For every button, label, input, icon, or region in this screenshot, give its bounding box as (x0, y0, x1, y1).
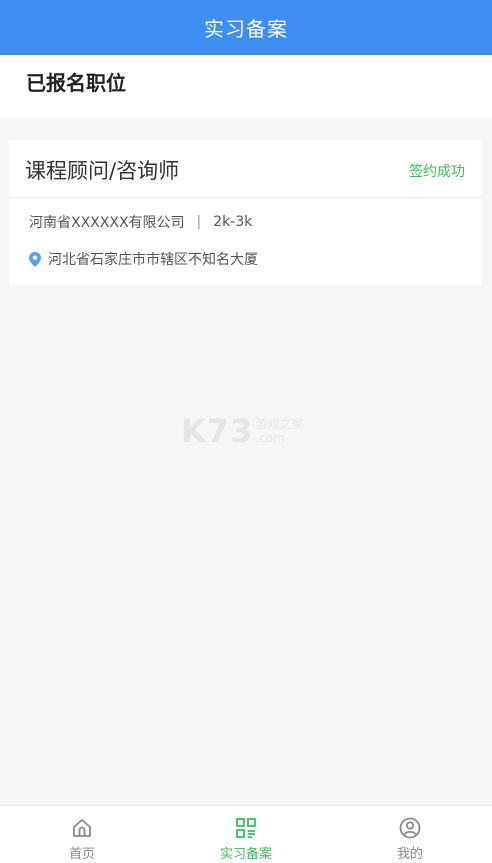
home-icon (73, 819, 91, 837)
company-name: 河南省XXXXXX有限公司 (29, 215, 185, 231)
status-badge: 签约成功 (409, 164, 465, 180)
watermark-logo: K73 (181, 412, 254, 450)
address: 河北省石家庄市市辖区不知名大厦 (48, 252, 258, 268)
tab-home[interactable]: 首页 (0, 806, 164, 863)
watermark-text: 游戏之家 .com (255, 417, 303, 445)
watermark-title: 游戏之家 (255, 417, 304, 431)
tab-internship-record[interactable]: 实习备案 (164, 806, 328, 863)
watermark-domain: .com (255, 431, 285, 445)
section-title: 已报名职位 (26, 71, 126, 95)
company-line: 河南省XXXXXX有限公司 | 2k-3k (29, 212, 252, 232)
location-pin-icon (29, 251, 41, 267)
job-card[interactable]: 课程顾问/咨询师 签约成功 河南省XXXXXX有限公司 | 2k-3k 河北省石… (9, 140, 482, 285)
job-title: 课程顾问/咨询师 (25, 159, 180, 183)
watermark: K73 游戏之家 .com (181, 412, 303, 450)
salary: 2k-3k (213, 214, 253, 230)
app-header: 实习备案 (0, 0, 492, 55)
tab-internship-label: 实习备案 (219, 847, 272, 862)
tab-mine[interactable]: 我的 (328, 806, 492, 863)
section-header: 已报名职位 (0, 55, 492, 118)
address-line: 河北省石家庄市市辖区不知名大厦 (29, 249, 258, 269)
job-card-header: 课程顾问/咨询师 签约成功 (9, 140, 482, 198)
qrcode-icon (236, 818, 256, 838)
tab-home-label: 首页 (68, 847, 95, 862)
bottom-tab-bar: 首页 实习备案 我的 (0, 805, 492, 863)
separator: | (196, 214, 202, 230)
user-icon (399, 817, 421, 839)
header-title: 实习备案 (204, 17, 288, 41)
tab-mine-label: 我的 (396, 847, 423, 862)
